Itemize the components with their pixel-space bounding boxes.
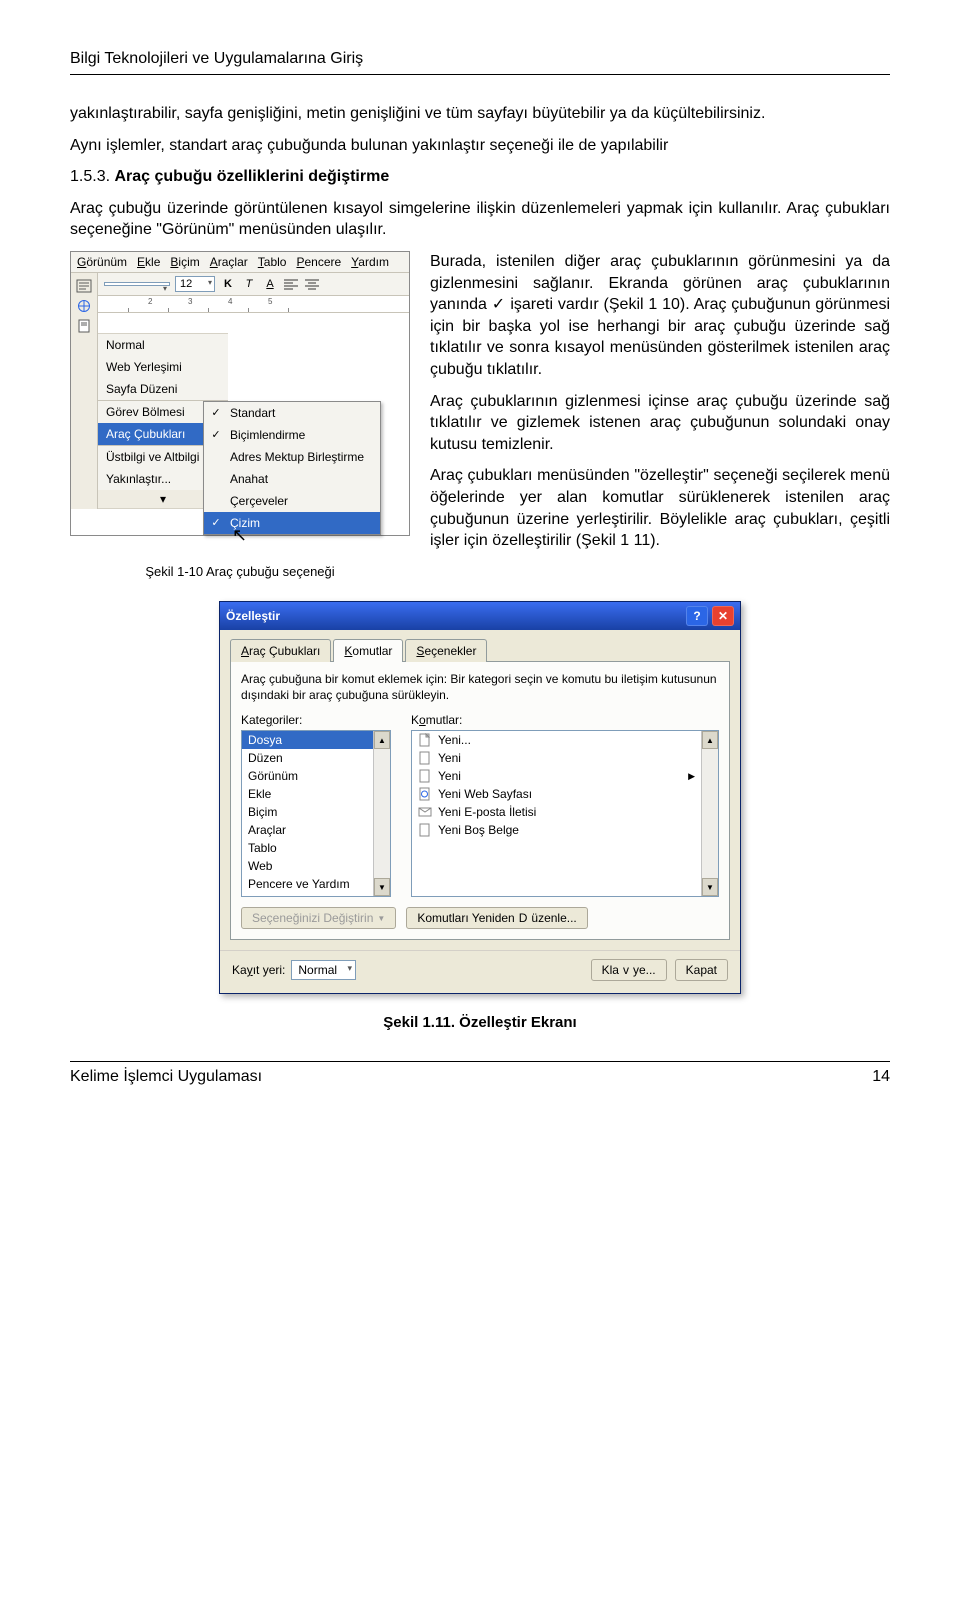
formatting-toolbar[interactable]: 12 K T A (98, 273, 409, 296)
submenu-standart[interactable]: ✓Standart (204, 402, 380, 424)
list-item[interactable]: Yeni▶ (412, 767, 701, 785)
menu-tablo[interactable]: Tablo (258, 255, 287, 269)
tab-komutlar[interactable]: Komutlar (333, 639, 403, 662)
label-categories: Kategoriler: (241, 713, 391, 727)
tab-arac-cubuklari[interactable]: Araç Çubukları (230, 639, 331, 662)
commands-listbox[interactable]: Yeni... Yeni Yeni▶ Yeni Web Sayfası Yeni… (411, 730, 719, 897)
toolbars-submenu[interactable]: ✓Standart ✓Biçimlendirme Adres Mektup Bi… (203, 401, 381, 535)
footer-page-number: 14 (872, 1068, 890, 1086)
figure-1-caption: Şekil 1-10 Araç çubuğu seçeneği (70, 564, 410, 579)
menu-araclar[interactable]: Araçlar (210, 255, 248, 269)
list-item[interactable]: Ekle (242, 785, 373, 803)
rearrange-button[interactable]: Komutları Yeniden Düzenle... (406, 907, 587, 929)
dialog-titlebar[interactable]: Özelleştir ? ✕ (220, 602, 740, 630)
figure-2-caption: Şekil 1.11. Özelleştir Ekranı (70, 1014, 890, 1031)
list-item[interactable]: Biçim (242, 803, 373, 821)
style-combo[interactable] (104, 282, 170, 286)
print-view-icon (76, 319, 92, 333)
categories-listbox[interactable]: Dosya Düzen Görünüm Ekle Biçim Araçlar T… (241, 730, 391, 897)
chevron-right-icon: ▶ (688, 771, 695, 782)
list-item[interactable]: Araçlar (242, 821, 373, 839)
font-size-combo[interactable]: 12 (175, 276, 215, 292)
label-commands: Komutlar: (411, 713, 719, 727)
keyboard-button[interactable]: Klavye... (591, 959, 667, 981)
underline-button[interactable]: A (262, 276, 278, 292)
menu-item-normal[interactable]: Normal (98, 334, 228, 356)
bold-button[interactable]: K (220, 276, 236, 292)
document-icon (418, 823, 432, 837)
list-item[interactable]: Yeni... (412, 731, 701, 749)
figure-1: Görünüm Ekle Biçim Araçlar Tablo Pencere… (70, 251, 410, 579)
paragraph: Araç çubuklarının gizlenmesi içinse araç… (430, 391, 890, 456)
list-item[interactable]: Görünüm (242, 767, 373, 785)
label-save-in: Kayıt yeri: (232, 963, 285, 977)
document-icon (418, 769, 432, 783)
tab-secenekler[interactable]: Seçenekler (405, 639, 487, 662)
list-item[interactable]: Yeni Boş Belge (412, 821, 701, 839)
help-button[interactable]: ? (686, 606, 708, 626)
list-item[interactable]: Pencere ve Yardım (242, 875, 373, 893)
scroll-up-icon[interactable]: ▲ (702, 731, 718, 749)
check-icon: ✓ (208, 406, 224, 420)
scroll-down-icon[interactable]: ▼ (702, 878, 718, 896)
italic-button[interactable]: T (241, 276, 257, 292)
dialog-hint: Araç çubuğuna bir komut eklemek için: Bi… (241, 672, 719, 703)
submenu-cerceveler[interactable]: Çerçeveler (204, 490, 380, 512)
web-page-icon (418, 787, 432, 801)
normal-view-icon (76, 279, 92, 293)
list-item[interactable]: Dosya (242, 731, 373, 749)
menu-item-web[interactable]: Web Yerleşimi (98, 356, 228, 378)
cursor-icon: ↖ (232, 525, 247, 546)
change-selection-button[interactable]: Seçeneğinizi Değiştirin ▼ (241, 907, 396, 929)
align-left-icon[interactable] (283, 276, 299, 292)
menu-yardim[interactable]: Yardım (351, 255, 389, 269)
menu-bicim[interactable]: Biçim (170, 255, 199, 269)
menu-pencere[interactable]: Pencere (296, 255, 341, 269)
dialog-title: Özelleştir (226, 609, 280, 623)
scrollbar[interactable]: ▲ ▼ (373, 731, 390, 896)
list-item[interactable]: Düzen (242, 749, 373, 767)
list-item[interactable]: Yeni Web Sayfası (412, 785, 701, 803)
section-heading: 1.5.3. Araç çubuğu özelliklerini değişti… (70, 166, 890, 188)
check-icon: ✓ (208, 516, 224, 530)
scroll-up-icon[interactable]: ▲ (374, 731, 390, 749)
save-in-combo[interactable]: Normal (291, 960, 356, 980)
list-item[interactable]: Yeni (412, 749, 701, 767)
customize-dialog: Özelleştir ? ✕ Araç Çubukları Komutlar S… (219, 601, 741, 994)
chevron-down-icon: ▼ (377, 914, 385, 923)
submenu-adres[interactable]: Adres Mektup Birleştirme (204, 446, 380, 468)
page-footer: Kelime İşlemci Uygulaması 14 (70, 1061, 890, 1086)
list-item[interactable]: Web (242, 857, 373, 875)
close-button[interactable]: ✕ (712, 606, 734, 626)
menu-item-sayfa[interactable]: Sayfa Düzeni (98, 378, 228, 400)
paragraph: Aynı işlemler, standart araç çubuğunda b… (70, 135, 890, 157)
menu-gorunum[interactable]: Görünüm (77, 255, 127, 269)
submenu-anahat[interactable]: Anahat (204, 468, 380, 490)
submenu-bicimlendirme[interactable]: ✓Biçimlendirme (204, 424, 380, 446)
scroll-down-icon[interactable]: ▼ (374, 878, 390, 896)
list-item[interactable]: Tablo (242, 839, 373, 857)
paragraph: Araç çubuğu üzerinde görüntülenen kısayo… (70, 198, 890, 241)
document-icon (418, 733, 432, 747)
menu-bar[interactable]: Görünüm Ekle Biçim Araçlar Tablo Pencere… (71, 252, 409, 273)
view-strip[interactable] (71, 273, 98, 333)
paragraph: yakınlaştırabilir, sayfa genişliğini, me… (70, 103, 890, 125)
mail-icon (418, 805, 432, 819)
close-dialog-button[interactable]: Kapat (675, 959, 728, 981)
footer-left: Kelime İşlemci Uygulaması (70, 1068, 262, 1086)
page-header: Bilgi Teknolojileri ve Uygulamalarına Gi… (70, 50, 890, 75)
submenu-cizim[interactable]: ✓Çizim (204, 512, 380, 534)
paragraph: Burada, istenilen diğer araç çubuklarını… (430, 251, 890, 381)
menu-ekle[interactable]: Ekle (137, 255, 160, 269)
document-icon (418, 751, 432, 765)
scrollbar[interactable]: ▲ ▼ (701, 731, 718, 896)
check-icon: ✓ (208, 428, 224, 442)
web-view-icon (76, 299, 92, 313)
dialog-tabs[interactable]: Araç Çubukları Komutlar Seçenekler (220, 630, 740, 661)
list-item[interactable]: Yeni E-posta İletisi (412, 803, 701, 821)
ruler: 2345 (98, 296, 409, 313)
list-item[interactable]: Çizim (242, 893, 373, 896)
align-center-icon[interactable] (304, 276, 320, 292)
